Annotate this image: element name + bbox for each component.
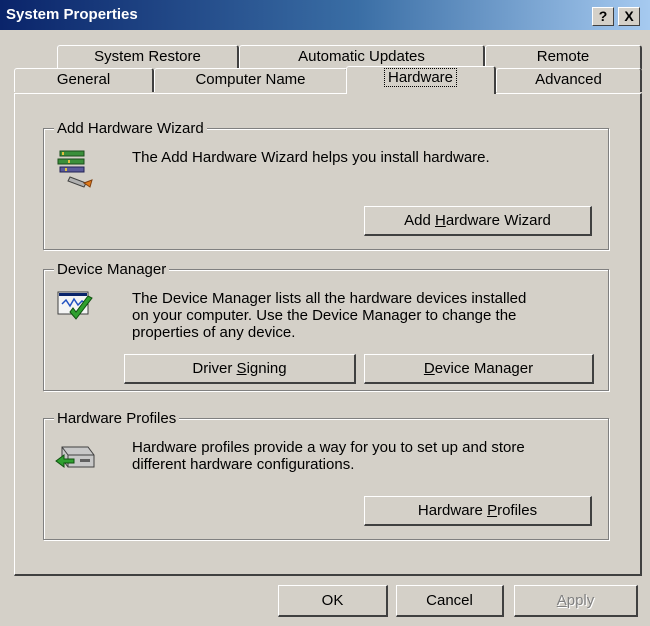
accelerator-key: D	[423, 360, 435, 377]
hardware-profiles-button[interactable]: Hardware Profiles	[364, 496, 592, 526]
tab-hardware[interactable]: Hardware	[346, 66, 496, 94]
tab-system-restore[interactable]: System Restore	[57, 45, 239, 69]
system-properties-window: System Properties ? X System Restore Aut…	[0, 0, 650, 626]
button-label: Add	[404, 212, 435, 229]
device-manager-button[interactable]: Device Manager	[364, 354, 594, 384]
window-title: System Properties	[6, 6, 138, 23]
close-button[interactable]: X	[618, 7, 640, 26]
tab-label: Remote	[536, 48, 590, 65]
device-manager-group: Device Manager The Device Manager lists …	[43, 261, 609, 391]
group-title: Device Manager	[54, 261, 170, 278]
driver-signing-button[interactable]: Driver Signing	[124, 354, 356, 384]
button-label: rofiles	[497, 502, 538, 519]
button-label: igning	[246, 360, 287, 377]
button-label: Driver	[192, 360, 237, 377]
device-manager-description-line: The Device Manager lists all the hardwar…	[132, 290, 527, 307]
tab-label: Computer Name	[195, 71, 306, 88]
tab-label: Advanced	[535, 71, 602, 88]
ok-button[interactable]: OK	[278, 585, 388, 617]
tab-label: System Restore	[94, 48, 201, 65]
tab-remote[interactable]: Remote	[485, 45, 642, 69]
group-title: Hardware Profiles	[54, 410, 180, 427]
tab-computer-name[interactable]: Computer Name	[154, 68, 348, 92]
device-manager-description-line: on your computer. Use the Device Manager…	[132, 307, 517, 324]
accelerator-key: P	[487, 502, 498, 519]
tab-advanced[interactable]: Advanced	[496, 68, 642, 92]
add-hardware-description: The Add Hardware Wizard helps you instal…	[132, 149, 490, 166]
device-manager-icon	[56, 288, 96, 328]
hardware-profiles-description-line: Hardware profiles provide a way for you …	[132, 439, 525, 456]
apply-button[interactable]: Apply	[514, 585, 638, 617]
hardware-profiles-description-line: different hardware configurations.	[132, 456, 355, 473]
button-label: pply	[566, 592, 595, 609]
tab-label: General	[56, 71, 111, 88]
hardware-profiles-icon	[54, 439, 96, 477]
add-hardware-wizard-group: Add Hardware Wizard The Add Hardware Wiz…	[43, 120, 609, 250]
tab-general[interactable]: General	[14, 68, 154, 92]
button-label: ardware Wizard	[445, 212, 551, 229]
accelerator-key: H	[434, 212, 446, 229]
tab-label: Automatic Updates	[298, 48, 425, 65]
add-hardware-wizard-icon	[56, 147, 96, 193]
hardware-profiles-group: Hardware Profiles Hardware profiles prov…	[43, 410, 609, 540]
button-label: Hardware	[417, 502, 488, 519]
tab-label: Hardware	[383, 68, 458, 87]
group-title: Add Hardware Wizard	[54, 120, 207, 137]
title-bar[interactable]: System Properties ? X	[0, 0, 650, 30]
help-button[interactable]: ?	[592, 7, 614, 26]
accelerator-key: S	[236, 360, 247, 377]
device-manager-description-line: properties of any device.	[132, 324, 296, 341]
cancel-button[interactable]: Cancel	[396, 585, 504, 617]
button-label: evice Manager	[434, 360, 534, 377]
add-hardware-wizard-button[interactable]: Add Hardware Wizard	[364, 206, 592, 236]
accelerator-key: A	[556, 592, 567, 609]
